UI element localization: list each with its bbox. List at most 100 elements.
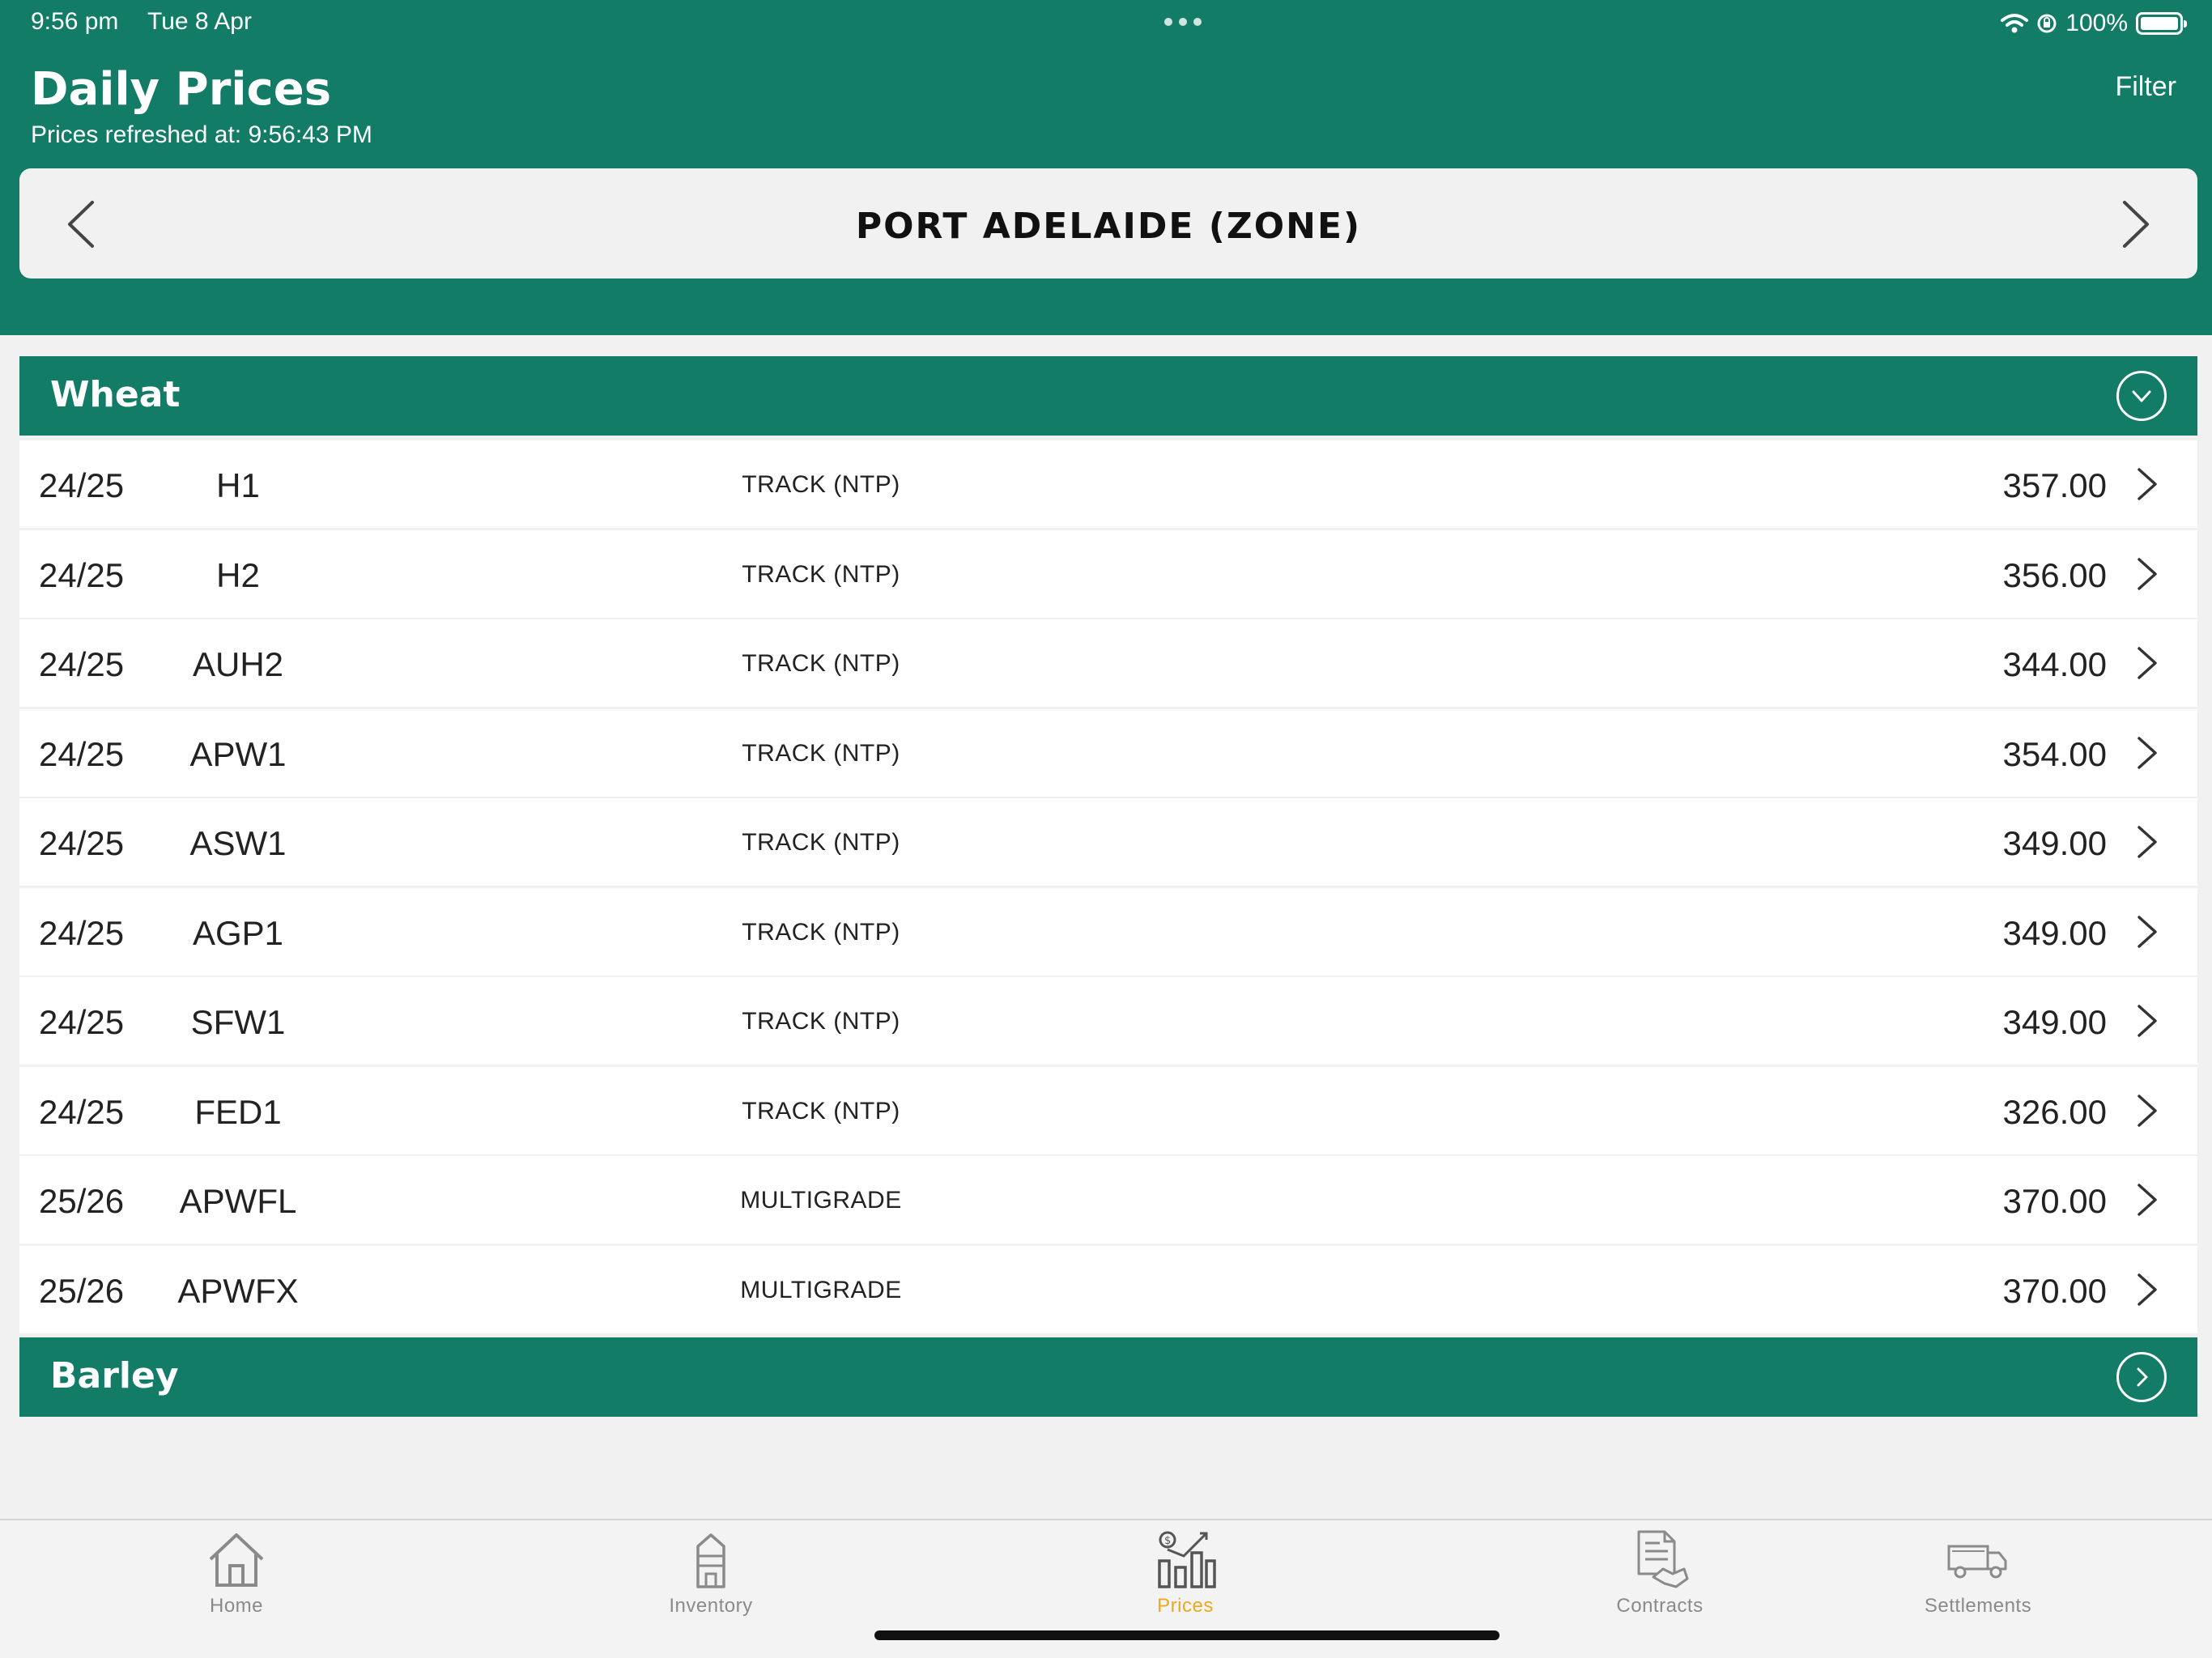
tab-label: Prices: [1157, 1595, 1214, 1617]
price-type-label: TRACK (NTP): [742, 829, 900, 856]
price-type-label: TRACK (NTP): [742, 471, 900, 498]
price-value: 370.00: [2002, 1271, 2107, 1310]
price-value: 349.00: [2002, 824, 2107, 862]
table-row[interactable]: 24/25 SFW1 TRACK (NTP) 349.00: [19, 977, 2197, 1065]
battery-percent: 100%: [2065, 10, 2128, 36]
price-value: 357.00: [2002, 466, 2107, 504]
season-label: 24/25: [39, 734, 125, 773]
table-row[interactable]: 24/25 AGP1 TRACK (NTP) 349.00: [19, 887, 2197, 976]
season-label: 24/25: [39, 555, 125, 594]
chevron-right-icon: [2138, 1184, 2157, 1216]
price-type-label: TRACK (NTP): [742, 650, 900, 677]
truck-icon: [1947, 1545, 2007, 1579]
status-bar: 9:56 pm Tue 8 Apr 100%: [0, 0, 2212, 49]
tab-label: Home: [209, 1595, 264, 1617]
chevron-right-icon: [2138, 647, 2157, 679]
chevron-right-icon: [2138, 826, 2157, 858]
chevron-down-icon: [2132, 390, 2151, 402]
grade-label: APWFX: [177, 1271, 299, 1310]
chevron-right-icon: [2138, 736, 2157, 769]
season-label: 25/26: [39, 1182, 125, 1220]
home-icon: [209, 1533, 264, 1587]
season-label: 24/25: [39, 824, 125, 862]
grade-label: APWFL: [179, 1182, 297, 1220]
section-label: Wheat: [50, 374, 181, 415]
section-header-barley[interactable]: Barley: [19, 1337, 2197, 1417]
battery-icon: [2136, 12, 2187, 35]
price-type-label: TRACK (NTP): [742, 918, 900, 946]
chevron-right-icon: [2138, 468, 2157, 500]
price-value: 370.00: [2002, 1182, 2107, 1220]
table-row[interactable]: 24/25 FED1 TRACK (NTP) 326.00: [19, 1066, 2197, 1154]
grade-label: APW1: [189, 734, 287, 773]
grade-label: AUH2: [192, 645, 284, 683]
season-label: 24/25: [39, 1003, 125, 1041]
chevron-right-icon: [2138, 915, 2157, 948]
expand-toggle-button[interactable]: [2116, 1352, 2167, 1402]
price-value: 349.00: [2002, 913, 2107, 952]
price-type-label: TRACK (NTP): [742, 560, 900, 588]
price-type-label: MULTIGRADE: [740, 1187, 902, 1214]
chevron-right-icon: [2138, 1094, 2157, 1127]
grade-label: SFW1: [190, 1003, 286, 1041]
chevron-right-icon: [2138, 1005, 2157, 1037]
filter-button[interactable]: Filter: [2115, 71, 2176, 103]
collapse-toggle-button[interactable]: [2116, 371, 2167, 421]
grade-label: H2: [216, 555, 260, 594]
tab-contracts[interactable]: Contracts: [1538, 1528, 1781, 1618]
price-value: 326.00: [2002, 1092, 2107, 1131]
section-header-wheat[interactable]: Wheat: [19, 356, 2197, 436]
refreshed-timestamp: Prices refreshed at: 9:56:43 PM: [31, 121, 372, 148]
home-indicator[interactable]: [874, 1630, 1499, 1640]
contract-handshake-icon: [1637, 1530, 1689, 1588]
orientation-lock-icon: [2037, 14, 2057, 33]
tab-settlements[interactable]: Settlements: [1857, 1528, 2099, 1618]
price-value: 356.00: [2002, 555, 2107, 594]
status-date: Tue 8 Apr: [147, 8, 252, 35]
section-label: Barley: [50, 1355, 179, 1397]
silo-icon: [696, 1533, 725, 1588]
tab-label: Contracts: [1616, 1595, 1704, 1617]
tab-prices[interactable]: $ Prices: [1064, 1528, 1307, 1618]
page-title: Daily Prices: [31, 63, 332, 116]
season-label: 25/26: [39, 1271, 125, 1310]
season-label: 24/25: [39, 466, 125, 504]
next-zone-button[interactable]: [2105, 196, 2162, 253]
price-type-label: TRACK (NTP): [742, 1008, 900, 1035]
svg-text:$: $: [1164, 1535, 1171, 1547]
table-row[interactable]: 24/25 H1 TRACK (NTP) 357.00: [19, 440, 2197, 528]
multitasking-dots-icon[interactable]: [1164, 18, 1202, 26]
price-list: 24/25 H1 TRACK (NTP) 357.00 24/25 H2 TRACK (NT…: [19, 440, 2197, 1335]
status-time: 9:56 pm: [31, 8, 119, 35]
tab-label: Settlements: [1924, 1595, 2032, 1617]
zone-name: PORT ADELAIDE (ZONE): [855, 206, 1362, 247]
chevron-right-icon: [2137, 1367, 2148, 1387]
table-row[interactable]: 24/25 APW1 TRACK (NTP) 354.00: [19, 708, 2197, 797]
tab-inventory[interactable]: Inventory: [589, 1528, 832, 1618]
price-type-label: TRACK (NTP): [742, 1097, 900, 1124]
chevron-right-icon: [2138, 1273, 2157, 1306]
table-row[interactable]: 25/26 APWFL MULTIGRADE 370.00: [19, 1156, 2197, 1244]
page-header: Daily Prices Prices refreshed at: 9:56:4…: [0, 49, 2212, 335]
tab-label: Inventory: [669, 1595, 753, 1617]
grade-label: FED1: [194, 1092, 282, 1131]
chevron-right-icon: [2138, 557, 2157, 590]
price-value: 344.00: [2002, 645, 2107, 683]
wifi-icon: [2001, 14, 2029, 33]
table-row[interactable]: 24/25 AUH2 TRACK (NTP) 344.00: [19, 619, 2197, 707]
status-indicators: 100%: [2001, 10, 2187, 37]
season-label: 24/25: [39, 645, 125, 683]
price-value: 349.00: [2002, 1003, 2107, 1041]
tab-home[interactable]: Home: [115, 1528, 358, 1618]
grade-label: AGP1: [192, 913, 284, 952]
grade-label: H1: [216, 466, 260, 504]
zone-selector: PORT ADELAIDE (ZONE): [19, 168, 2197, 278]
price-chart-icon: $: [1158, 1531, 1216, 1588]
season-label: 24/25: [39, 1092, 125, 1131]
table-row[interactable]: 24/25 H2 TRACK (NTP) 356.00: [19, 529, 2197, 618]
table-row[interactable]: 24/25 ASW1 TRACK (NTP) 349.00: [19, 798, 2197, 886]
grade-label: ASW1: [189, 824, 287, 862]
season-label: 24/25: [39, 913, 125, 952]
table-row[interactable]: 25/26 APWFX MULTIGRADE 370.00: [19, 1245, 2197, 1333]
price-type-label: MULTIGRADE: [740, 1276, 902, 1303]
